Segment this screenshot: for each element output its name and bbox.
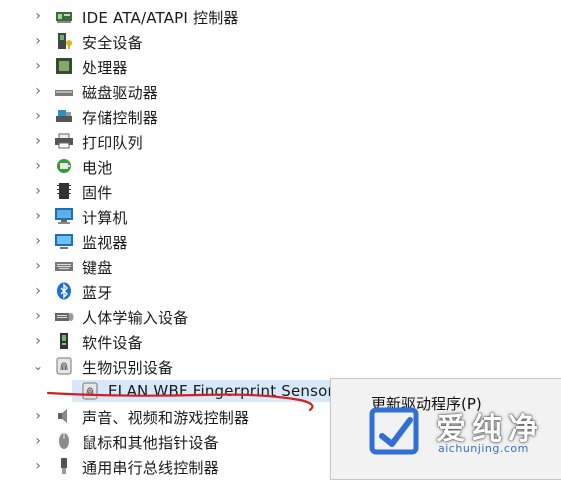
security-device-icon xyxy=(54,32,74,50)
tree-item-label: 蓝牙 xyxy=(82,284,113,302)
tree-item-label: 监视器 xyxy=(82,234,128,252)
tree-item-label: ELAN WBF Fingerprint Sensor xyxy=(108,382,334,400)
tree-item-label: 处理器 xyxy=(82,59,128,77)
tree-item-firmware[interactable]: › 固件 xyxy=(0,179,561,203)
fingerprint-icon xyxy=(54,357,74,375)
hid-icon xyxy=(54,307,74,325)
tree-item-label: 安全设备 xyxy=(82,34,143,52)
chevron-right-icon[interactable]: › xyxy=(32,229,44,253)
speaker-icon xyxy=(54,407,74,425)
tree-item-label: 软件设备 xyxy=(82,334,143,352)
tree-item-print-queues[interactable]: › 打印队列 xyxy=(0,129,561,153)
tree-item-bluetooth[interactable]: › 蓝牙 xyxy=(0,279,561,303)
tree-item-biometric-devices[interactable]: ⌄ 生物识别设备 xyxy=(0,354,561,378)
chevron-right-icon[interactable]: › xyxy=(32,129,44,153)
tree-item-label: 计算机 xyxy=(82,209,128,227)
tree-item-label: 人体学输入设备 xyxy=(82,309,189,327)
chevron-right-icon[interactable]: › xyxy=(32,54,44,78)
tree-item-software-devices[interactable]: › 软件设备 xyxy=(0,329,561,353)
chevron-right-icon[interactable]: › xyxy=(32,254,44,278)
watermark-logo-icon xyxy=(369,407,419,455)
storage-controller-icon xyxy=(54,107,74,125)
chevron-right-icon[interactable]: › xyxy=(32,79,44,103)
bluetooth-icon xyxy=(54,282,74,300)
chevron-right-icon[interactable]: › xyxy=(32,329,44,353)
tree-item-label: 生物识别设备 xyxy=(82,359,174,377)
chevron-down-icon[interactable]: ⌄ xyxy=(32,354,44,378)
chevron-right-icon[interactable]: › xyxy=(32,454,44,478)
disk-drive-icon xyxy=(54,82,74,100)
tree-item-batteries[interactable]: › 电池 xyxy=(0,154,561,178)
chevron-right-icon[interactable]: › xyxy=(32,179,44,203)
tree-item-label: 鼠标和其他指针设备 xyxy=(82,434,219,452)
printer-icon xyxy=(54,132,74,150)
tree-item-keyboards[interactable]: › 键盘 xyxy=(0,254,561,278)
chevron-right-icon[interactable]: › xyxy=(32,204,44,228)
keyboard-icon xyxy=(54,257,74,275)
tree-item-label: 磁盘驱动器 xyxy=(82,84,159,102)
chevron-right-icon[interactable]: › xyxy=(32,154,44,178)
chevron-right-icon[interactable]: › xyxy=(32,429,44,453)
ide-controller-icon xyxy=(54,7,74,25)
tree-item-monitors[interactable]: › 监视器 xyxy=(0,229,561,253)
tree-item-label: 固件 xyxy=(82,184,113,202)
tree-item-label: 电池 xyxy=(82,159,113,177)
tree-item-computer[interactable]: › 计算机 xyxy=(0,204,561,228)
chevron-right-icon[interactable]: › xyxy=(32,304,44,328)
chevron-right-icon[interactable]: › xyxy=(32,4,44,28)
computer-icon xyxy=(54,207,74,225)
usb-icon xyxy=(54,457,74,475)
tree-item-security-devices[interactable]: › 安全设备 xyxy=(0,29,561,53)
tree-item-processors[interactable]: › 处理器 xyxy=(0,54,561,78)
tree-item-label: 打印队列 xyxy=(82,134,143,152)
tree-item-ide-controller[interactable]: › IDE ATA/ATAPI 控制器 xyxy=(0,4,561,28)
mouse-icon xyxy=(54,432,74,450)
fingerprint-icon xyxy=(80,382,100,400)
tree-item-label: IDE ATA/ATAPI 控制器 xyxy=(82,9,239,27)
processor-icon xyxy=(54,57,74,75)
tree-item-label: 键盘 xyxy=(82,259,113,277)
tree-item-hid[interactable]: › 人体学输入设备 xyxy=(0,304,561,328)
tree-item-disk-drives[interactable]: › 磁盘驱动器 xyxy=(0,79,561,103)
tree-item-label: 存储控制器 xyxy=(82,109,159,127)
chevron-right-icon[interactable]: › xyxy=(32,29,44,53)
tree-item-label: 声音、视频和游戏控制器 xyxy=(82,409,250,427)
chevron-right-icon[interactable]: › xyxy=(32,404,44,428)
watermark: 爱纯净 aichunjing.com xyxy=(360,400,560,463)
firmware-icon xyxy=(54,182,74,200)
battery-icon xyxy=(54,157,74,175)
watermark-url: aichunjing.com xyxy=(438,442,529,455)
chevron-right-icon[interactable]: › xyxy=(32,104,44,128)
tree-item-label: 通用串行总线控制器 xyxy=(82,459,219,477)
tree-item-storage-controllers[interactable]: › 存储控制器 xyxy=(0,104,561,128)
monitor-icon xyxy=(54,232,74,250)
software-device-icon xyxy=(54,332,74,350)
chevron-right-icon[interactable]: › xyxy=(32,279,44,303)
